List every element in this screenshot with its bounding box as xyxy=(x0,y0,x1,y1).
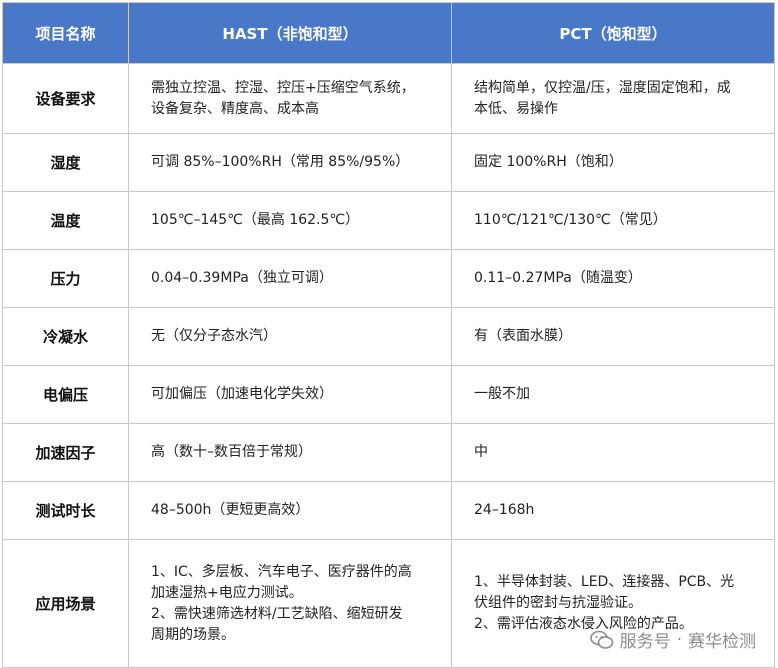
header-pct: PCT（饱和型） xyxy=(451,2,775,64)
pct-text-line: 0.11–0.27MPa（随温变） xyxy=(474,270,642,286)
row-label: 湿度 xyxy=(2,133,129,192)
table-row: 冷凝水 无（仅分子态水汽） 有（表面水膜） xyxy=(2,307,775,366)
hast-text-line: 高（数十–数百倍于常规） xyxy=(151,444,312,460)
table-row: 电偏压 可加偏压（加速电化学失效） 一般不加 xyxy=(2,365,775,424)
hast-text-line: 105℃–145℃（最高 162.5℃） xyxy=(151,212,360,228)
hast-cell: 0.04–0.39MPa（独立可调） xyxy=(128,249,452,308)
hast-cell: 可加偏压（加速电化学失效） xyxy=(128,365,452,424)
hast-text-line: 0.04–0.39MPa（独立可调） xyxy=(151,270,333,286)
row-label: 电偏压 xyxy=(2,365,129,424)
row-label: 应用场景 xyxy=(2,539,129,668)
hast-text-line: 无（仅分子态水汽） xyxy=(151,328,277,344)
wechat-icon xyxy=(589,630,613,649)
hast-text-line: 可调 85%–100%RH（常用 85%/95%） xyxy=(151,154,410,170)
pct-cell: 结构简单，仅控温/压，湿度固定饱和，成 本低、易操作 xyxy=(451,63,775,134)
watermark-dot: · xyxy=(676,629,682,650)
hast-text-line: 设备复杂、精度高、成本高 xyxy=(151,100,319,117)
hast-cell: 105℃–145℃（最高 162.5℃） xyxy=(128,191,452,250)
watermark-right: 赛华检测 xyxy=(688,632,756,652)
watermark-left: 服务号 xyxy=(619,632,671,652)
row-label: 加速因子 xyxy=(2,423,129,482)
pct-text-line: 1、半导体封装、LED、连接器、PCB、光 xyxy=(474,574,735,590)
pct-text-line: 结构简单，仅控温/压，湿度固定饱和，成 xyxy=(474,79,731,96)
row-label: 冷凝水 xyxy=(2,307,129,366)
pct-text-line: 固定 100%RH（饱和） xyxy=(474,154,623,170)
pct-text-line: 本低、易操作 xyxy=(474,100,558,117)
table-row: 测试时长 48–500h（更短更高效） 24–168h xyxy=(2,481,775,540)
table-row: 湿度 可调 85%–100%RH（常用 85%/95%） 固定 100%RH（饱和） xyxy=(2,133,775,192)
pct-cell: 中 xyxy=(451,423,775,482)
pct-text-line: 一般不加 xyxy=(474,386,530,402)
header-item-name: 项目名称 xyxy=(2,2,129,64)
table-row: 设备要求 需独立控温、控湿、控压+压缩空气系统， 设备复杂、精度高、成本高 结构简单，… xyxy=(2,63,775,134)
table-row: 压力 0.04–0.39MPa（独立可调） 0.11–0.27MPa（随温变） xyxy=(2,249,775,308)
header-hast: HAST（非饱和型） xyxy=(128,2,452,64)
hast-cell: 需独立控温、控湿、控压+压缩空气系统， 设备复杂、精度高、成本高 xyxy=(128,63,452,134)
hast-cell: 无（仅分子态水汽） xyxy=(128,307,452,366)
pct-cell: 24–168h xyxy=(451,481,775,540)
pct-text-line: 110℃/121℃/130℃（常见） xyxy=(474,212,667,228)
hast-text-line: 2、需快速筛选材料/工艺缺陷、缩短研发 xyxy=(151,605,403,622)
pct-cell: 固定 100%RH（饱和） xyxy=(451,133,775,192)
pct-text-line: 有（表面水膜） xyxy=(474,328,572,344)
hast-text-line: 可加偏压（加速电化学失效） xyxy=(151,386,333,402)
pct-cell: 0.11–0.27MPa（随温变） xyxy=(451,249,775,308)
table-row: 温度 105℃–145℃（最高 162.5℃） 110℃/121℃/130℃（常见） xyxy=(2,191,775,250)
watermark: 服务号 · 赛华检测 xyxy=(589,627,756,652)
hast-cell: 可调 85%–100%RH（常用 85%/95%） xyxy=(128,133,452,192)
pct-text-line: 24–168h xyxy=(474,502,535,518)
hast-cell: 48–500h（更短更高效） xyxy=(128,481,452,540)
row-label: 测试时长 xyxy=(2,481,129,540)
table-row: 加速因子 高（数十–数百倍于常规） 中 xyxy=(2,423,775,482)
pct-cell: 有（表面水膜） xyxy=(451,307,775,366)
pct-text-line: 伏组件的密封与抗湿验证。 xyxy=(474,595,642,611)
hast-text-line: 需独立控温、控湿、控压+压缩空气系统， xyxy=(151,79,415,96)
hast-text-line: 48–500h（更短更高效） xyxy=(151,502,310,518)
pct-text-line: 中 xyxy=(474,444,488,460)
pct-cell: 一般不加 xyxy=(451,365,775,424)
row-label: 温度 xyxy=(2,191,129,250)
pct-cell: 110℃/121℃/130℃（常见） xyxy=(451,191,775,250)
row-label: 设备要求 xyxy=(2,63,129,134)
row-label: 压力 xyxy=(2,249,129,308)
hast-text-line: 周期的场景。 xyxy=(151,626,235,643)
hast-text-line: 加速湿热+电应力测试。 xyxy=(151,584,303,601)
header-row: 项目名称 HAST（非饱和型） PCT（饱和型） xyxy=(2,2,775,64)
hast-cell: 1、IC、多层板、汽车电子、医疗器件的高 加速湿热+电应力测试。 2、需快速筛选材料… xyxy=(128,539,452,668)
hast-cell: 高（数十–数百倍于常规） xyxy=(128,423,452,482)
comparison-table: 项目名称 HAST（非饱和型） PCT（饱和型） 设备要求 需独立控温、控湿、控压… xyxy=(2,2,775,668)
hast-text-line: 1、IC、多层板、汽车电子、医疗器件的高 xyxy=(151,563,412,580)
